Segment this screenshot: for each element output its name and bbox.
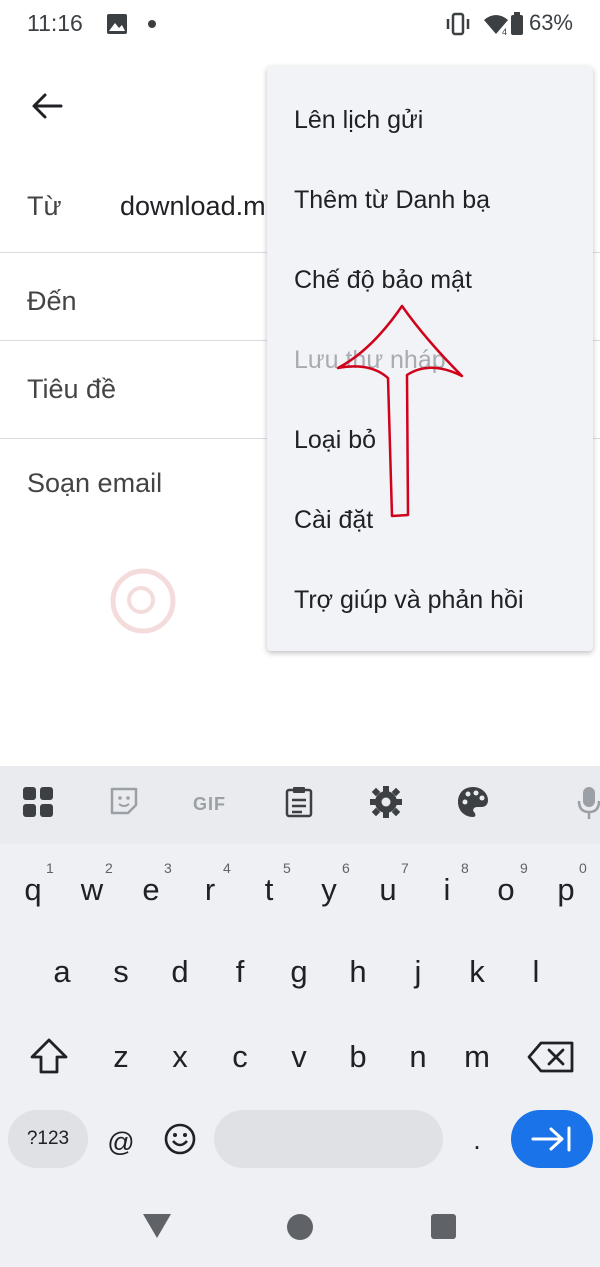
shift-icon[interactable] <box>29 1037 69 1075</box>
key-hint: 2 <box>105 860 113 876</box>
key-a[interactable]: a <box>33 942 91 1002</box>
vibrate-icon <box>446 12 470 36</box>
apps-icon[interactable] <box>21 785 61 825</box>
compose-body-field[interactable]: Soạn email <box>27 468 162 499</box>
key-at[interactable]: @ <box>92 1112 150 1172</box>
nav-back-icon[interactable] <box>143 1214 171 1238</box>
key-m[interactable]: m <box>448 1027 506 1087</box>
from-label: Từ <box>27 191 62 221</box>
menu-item-help-feedback[interactable]: Trợ giúp và phản hồi <box>294 586 524 615</box>
menu-item-add-from-contacts[interactable]: Thêm từ Danh bạ <box>294 186 490 215</box>
theme-icon[interactable] <box>456 785 496 825</box>
annotation-arrow <box>336 304 464 518</box>
svg-text:4: 4 <box>502 27 507 36</box>
key-hint: 9 <box>520 860 528 876</box>
watermark-logo-icon <box>110 568 176 634</box>
battery-icon <box>511 12 523 35</box>
key-z[interactable]: z <box>92 1027 150 1087</box>
key-hint: 4 <box>223 860 231 876</box>
key-b[interactable]: b <box>329 1027 387 1087</box>
battery-percent: 63% <box>528 10 573 35</box>
backspace-icon[interactable] <box>527 1040 575 1074</box>
key-c[interactable]: c <box>211 1027 269 1087</box>
key-hint: 1 <box>46 860 54 876</box>
image-notification-icon <box>107 14 127 34</box>
key-hint: 6 <box>342 860 350 876</box>
menu-item-schedule-send[interactable]: Lên lịch gửi <box>294 106 423 135</box>
nav-home-icon[interactable] <box>287 1214 313 1240</box>
from-value[interactable]: download.m <box>120 191 266 222</box>
space-bar[interactable] <box>214 1110 443 1168</box>
send-arrow-icon <box>531 1126 571 1152</box>
settings-icon[interactable] <box>369 785 409 825</box>
key-k[interactable]: k <box>448 942 506 1002</box>
key-hint: 7 <box>401 860 409 876</box>
key-s[interactable]: s <box>92 942 150 1002</box>
key-l[interactable]: l <box>507 942 565 1002</box>
key-j[interactable]: j <box>389 942 447 1002</box>
key-hint: 3 <box>164 860 172 876</box>
key-x[interactable]: x <box>151 1027 209 1087</box>
key-g[interactable]: g <box>270 942 328 1002</box>
clipboard-icon[interactable] <box>283 785 323 825</box>
key-h[interactable]: h <box>329 942 387 1002</box>
wifi-icon: 4 <box>484 15 508 36</box>
status-time: 11:16 <box>27 10 83 36</box>
key-d[interactable]: d <box>151 942 209 1002</box>
key-hint: 0 <box>579 860 587 876</box>
enter-key[interactable] <box>511 1110 593 1168</box>
key-period[interactable]: . <box>448 1110 506 1170</box>
notification-dot-icon <box>148 20 156 28</box>
gif-icon[interactable]: GIF <box>193 794 226 815</box>
key-hint: 8 <box>461 860 469 876</box>
key-hint: 5 <box>283 860 291 876</box>
back-arrow-icon[interactable] <box>31 91 63 121</box>
subject-field[interactable]: Tiêu đề <box>27 374 116 405</box>
key-f[interactable]: f <box>211 942 269 1002</box>
symbols-key[interactable]: ?123 <box>8 1110 88 1168</box>
sticker-icon[interactable] <box>108 785 148 825</box>
key-n[interactable]: n <box>389 1027 447 1087</box>
menu-item-confidential-mode[interactable]: Chế độ bảo mật <box>294 266 472 295</box>
emoji-icon[interactable] <box>163 1122 197 1156</box>
mic-icon[interactable] <box>577 785 600 825</box>
key-v[interactable]: v <box>270 1027 328 1087</box>
nav-recents-icon[interactable] <box>431 1214 456 1239</box>
to-label[interactable]: Đến <box>27 286 77 317</box>
